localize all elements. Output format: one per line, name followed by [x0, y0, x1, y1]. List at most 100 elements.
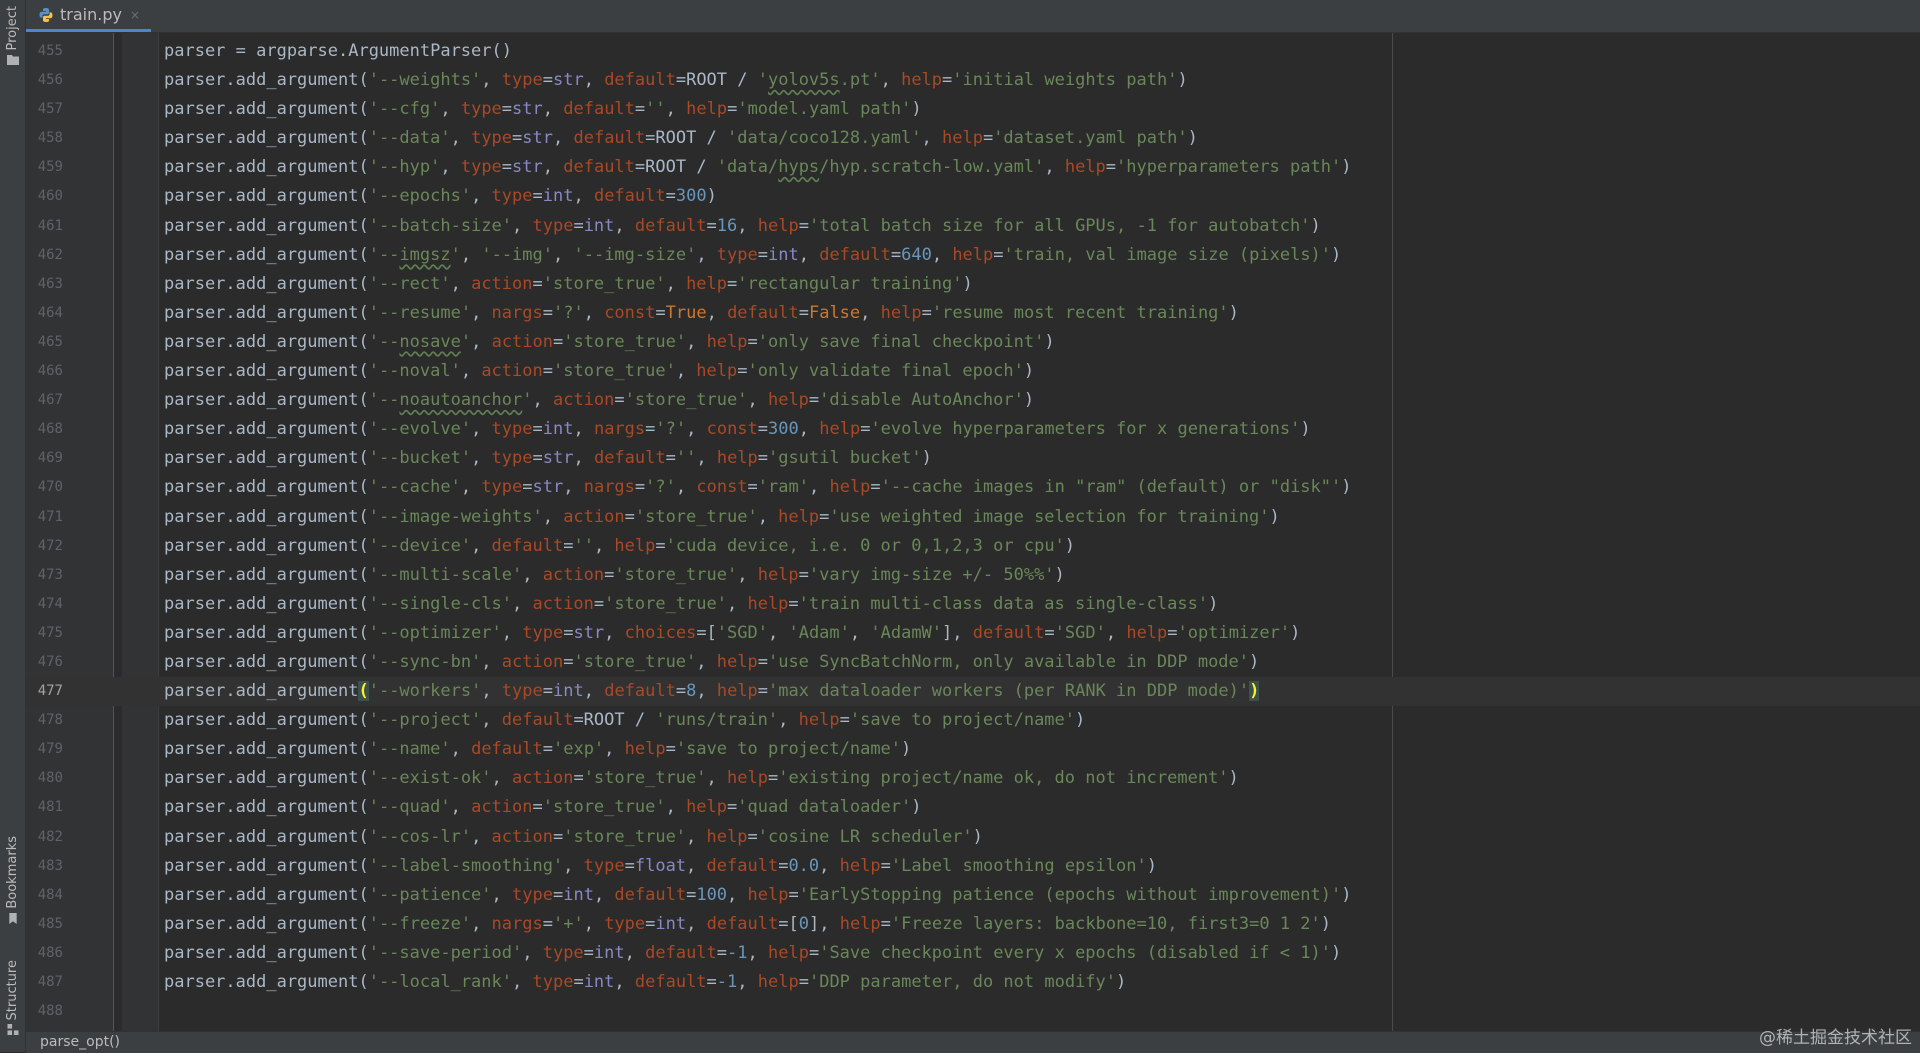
line-number[interactable]: 480	[26, 764, 63, 793]
line-number[interactable]: 455	[26, 37, 63, 66]
code-text[interactable]: parser.add_argument('--evolve', type=int…	[164, 415, 1311, 444]
code-text[interactable]: parser.add_argument('--single-cls', acti…	[164, 590, 1218, 619]
code-text[interactable]: parser.add_argument('--save-period', typ…	[164, 939, 1341, 968]
line-number[interactable]: 457	[26, 95, 63, 124]
code-text[interactable]: parser.add_argument('--freeze', nargs='+…	[164, 910, 1331, 939]
code-line[interactable]: 463 parser.add_argument('--rect', action=…	[26, 270, 1920, 299]
code-line[interactable]: 464 parser.add_argument('--resume', nargs…	[26, 299, 1920, 328]
line-number[interactable]: 475	[26, 619, 63, 648]
code-text[interactable]: parser.add_argument('--resume', nargs='?…	[164, 299, 1239, 328]
line-number[interactable]: 456	[26, 66, 63, 95]
code-text[interactable]: parser.add_argument('--noval', action='s…	[164, 357, 1034, 386]
line-number[interactable]: 459	[26, 153, 63, 182]
breadcrumb-function[interactable]: parse_opt()	[40, 1034, 120, 1050]
line-number[interactable]: 472	[26, 532, 63, 561]
code-line[interactable]: 479 parser.add_argument('--name', default…	[26, 735, 1920, 764]
line-number[interactable]: 483	[26, 852, 63, 881]
code-text[interactable]: parser.add_argument('--workers', type=in…	[164, 677, 1260, 706]
code-line[interactable]: 483 parser.add_argument('--label-smoothin…	[26, 852, 1920, 881]
code-line[interactable]: 488	[26, 997, 1920, 1026]
line-number[interactable]: 479	[26, 735, 63, 764]
code-text[interactable]: parser.add_argument('--cos-lr', action='…	[164, 823, 983, 852]
code-text[interactable]: parser.add_argument('--cfg', type=str, d…	[164, 95, 922, 124]
line-number[interactable]: 471	[26, 503, 63, 532]
code-line[interactable]: 465 parser.add_argument('--nosave', actio…	[26, 328, 1920, 357]
code-line[interactable]: 487 parser.add_argument('--local_rank', t…	[26, 968, 1920, 997]
close-icon[interactable]: ×	[130, 8, 140, 22]
code-text[interactable]: parser.add_argument('--patience', type=i…	[164, 881, 1351, 910]
line-number[interactable]: 462	[26, 241, 63, 270]
line-number[interactable]: 484	[26, 881, 63, 910]
code-line[interactable]: 473 parser.add_argument('--multi-scale', …	[26, 561, 1920, 590]
tool-window-structure[interactable]: Structure	[0, 960, 25, 1039]
line-number[interactable]: 478	[26, 706, 63, 735]
code-text[interactable]: parser.add_argument('--label-smoothing',…	[164, 852, 1157, 881]
line-number[interactable]: 469	[26, 444, 63, 473]
code-text[interactable]: parser = argparse.ArgumentParser()	[164, 37, 512, 66]
line-number[interactable]: 473	[26, 561, 63, 590]
line-number[interactable]: 487	[26, 968, 63, 997]
line-number[interactable]: 481	[26, 793, 63, 822]
code-text[interactable]: parser.add_argument('--exist-ok', action…	[164, 764, 1239, 793]
code-editor[interactable]: 455 parser = argparse.ArgumentParser() 456…	[26, 33, 1920, 1031]
line-number[interactable]: 468	[26, 415, 63, 444]
code-text[interactable]: parser.add_argument('--batch-size', type…	[164, 212, 1321, 241]
code-line[interactable]: 481 parser.add_argument('--quad', action=…	[26, 793, 1920, 822]
code-text[interactable]: parser.add_argument('--name', default='e…	[164, 735, 911, 764]
line-number[interactable]: 474	[26, 590, 63, 619]
code-text[interactable]: parser.add_argument('--optimizer', type=…	[164, 619, 1300, 648]
code-text[interactable]: parser.add_argument('--data', type=str, …	[164, 124, 1198, 153]
code-line[interactable]: 472 parser.add_argument('--device', defau…	[26, 532, 1920, 561]
code-line[interactable]: 480 parser.add_argument('--exist-ok', act…	[26, 764, 1920, 793]
code-line[interactable]: 484 parser.add_argument('--patience', typ…	[26, 881, 1920, 910]
code-line[interactable]: 478 parser.add_argument('--project', defa…	[26, 706, 1920, 735]
line-number[interactable]: 476	[26, 648, 63, 677]
code-text[interactable]: parser.add_argument('--imgsz', '--img', …	[164, 241, 1341, 270]
code-line[interactable]: 475 parser.add_argument('--optimizer', ty…	[26, 619, 1920, 648]
code-line[interactable]: 461 parser.add_argument('--batch-size', t…	[26, 212, 1920, 241]
code-text[interactable]: parser.add_argument('--multi-scale', act…	[164, 561, 1065, 590]
line-number[interactable]: 477	[26, 677, 63, 706]
line-number[interactable]: 460	[26, 182, 63, 211]
tool-window-project[interactable]: Project	[0, 6, 25, 69]
code-text[interactable]: parser.add_argument('--hyp', type=str, d…	[164, 153, 1351, 182]
line-number[interactable]: 458	[26, 124, 63, 153]
code-text[interactable]: parser.add_argument('--noautoanchor', ac…	[164, 386, 1034, 415]
code-line[interactable]: 482 parser.add_argument('--cos-lr', actio…	[26, 823, 1920, 852]
code-text[interactable]: parser.add_argument('--local_rank', type…	[164, 968, 1126, 997]
code-line[interactable]: 466 parser.add_argument('--noval', action…	[26, 357, 1920, 386]
code-lines[interactable]: 455 parser = argparse.ArgumentParser() 456…	[26, 37, 1920, 1026]
code-line[interactable]: 458 parser.add_argument('--data', type=st…	[26, 124, 1920, 153]
line-number[interactable]: 486	[26, 939, 63, 968]
code-line[interactable]: 468 parser.add_argument('--evolve', type=…	[26, 415, 1920, 444]
code-line[interactable]: 462 parser.add_argument('--imgsz', '--img…	[26, 241, 1920, 270]
code-text[interactable]: parser.add_argument('--epochs', type=int…	[164, 182, 717, 211]
code-line[interactable]: 460 parser.add_argument('--epochs', type=…	[26, 182, 1920, 211]
code-text[interactable]: parser.add_argument('--cache', type=str,…	[164, 473, 1352, 502]
line-number[interactable]: 485	[26, 910, 63, 939]
line-number[interactable]: 461	[26, 212, 63, 241]
code-text[interactable]: parser.add_argument('--image-weights', a…	[164, 503, 1280, 532]
code-line[interactable]: 486 parser.add_argument('--save-period', …	[26, 939, 1920, 968]
line-number[interactable]: 467	[26, 386, 63, 415]
code-text[interactable]: parser.add_argument('--project', default…	[164, 706, 1085, 735]
code-line[interactable]: 474 parser.add_argument('--single-cls', a…	[26, 590, 1920, 619]
line-number[interactable]: 465	[26, 328, 63, 357]
code-line[interactable]: 459 parser.add_argument('--hyp', type=str…	[26, 153, 1920, 182]
tab-train-py[interactable]: train.py ×	[26, 0, 151, 32]
code-line[interactable]: 467 parser.add_argument('--noautoanchor',…	[26, 386, 1920, 415]
line-number[interactable]: 464	[26, 299, 63, 328]
code-line[interactable]: 457 parser.add_argument('--cfg', type=str…	[26, 95, 1920, 124]
code-line[interactable]: 456 parser.add_argument('--weights', type…	[26, 66, 1920, 95]
code-line[interactable]: 471 parser.add_argument('--image-weights'…	[26, 503, 1920, 532]
code-line[interactable]: 469 parser.add_argument('--bucket', type=…	[26, 444, 1920, 473]
code-text[interactable]: parser.add_argument('--device', default=…	[164, 532, 1075, 561]
code-text[interactable]: parser.add_argument('--sync-bn', action=…	[164, 648, 1259, 677]
tool-window-bookmarks[interactable]: Bookmarks	[0, 836, 25, 928]
code-line[interactable]: 477 parser.add_argument('--workers', type…	[26, 677, 1920, 707]
line-number[interactable]: 470	[26, 473, 63, 502]
code-text[interactable]: parser.add_argument('--nosave', action='…	[164, 328, 1055, 357]
code-line[interactable]: 470 parser.add_argument('--cache', type=s…	[26, 473, 1920, 502]
line-number[interactable]: 466	[26, 357, 63, 386]
code-text[interactable]: parser.add_argument('--weights', type=st…	[164, 66, 1188, 95]
